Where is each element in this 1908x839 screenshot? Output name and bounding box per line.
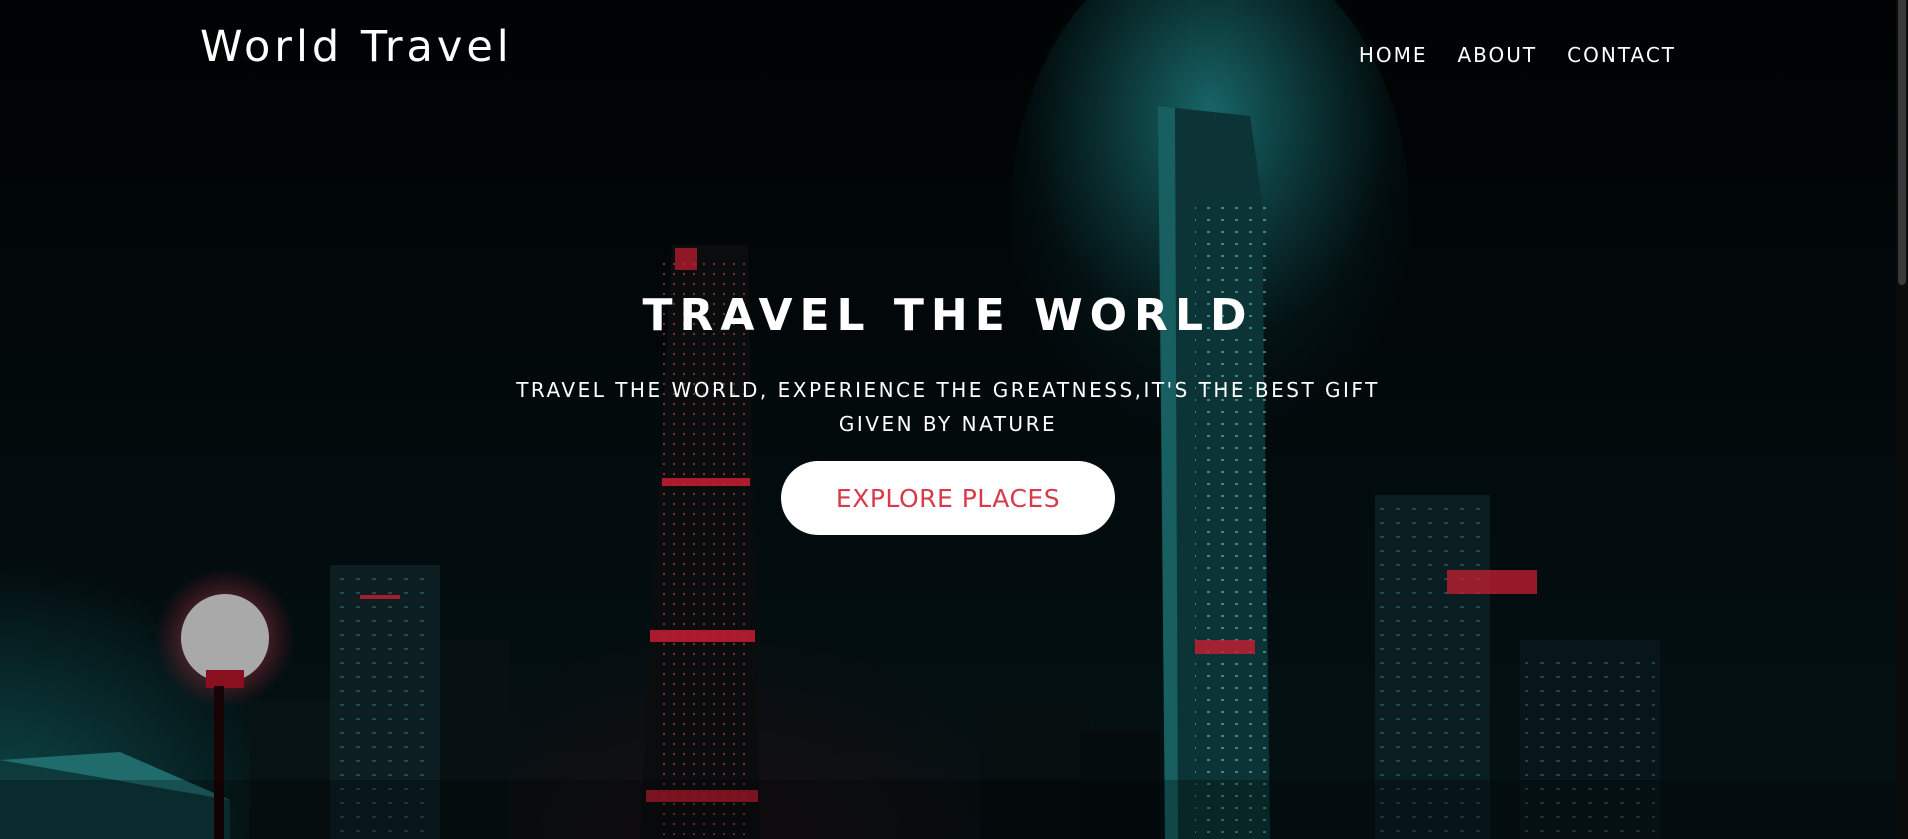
hero-section: TRAVEL THE WORLD TRAVEL THE WORLD, EXPER… <box>0 290 1896 535</box>
nav-link-home[interactable]: HOME <box>1359 43 1428 67</box>
nav-link-about[interactable]: ABOUT <box>1458 43 1538 67</box>
scrollbar-thumb[interactable] <box>1898 0 1906 285</box>
page: World Travel HOME ABOUT CONTACT TRAVEL T… <box>0 0 1908 839</box>
hero-subtitle: TRAVEL THE WORLD, EXPERIENCE THE GREATNE… <box>516 378 1380 436</box>
site-logo[interactable]: World Travel <box>200 22 513 72</box>
explore-places-button[interactable]: EXPLORE PLACES <box>781 461 1115 535</box>
nav-link-contact[interactable]: CONTACT <box>1567 43 1676 67</box>
main-nav: HOME ABOUT CONTACT <box>1359 43 1676 67</box>
hero-title: TRAVEL THE WORLD <box>642 290 1254 341</box>
site-header: World Travel HOME ABOUT CONTACT <box>0 0 1896 100</box>
page-scrollbar[interactable] <box>1896 0 1908 839</box>
